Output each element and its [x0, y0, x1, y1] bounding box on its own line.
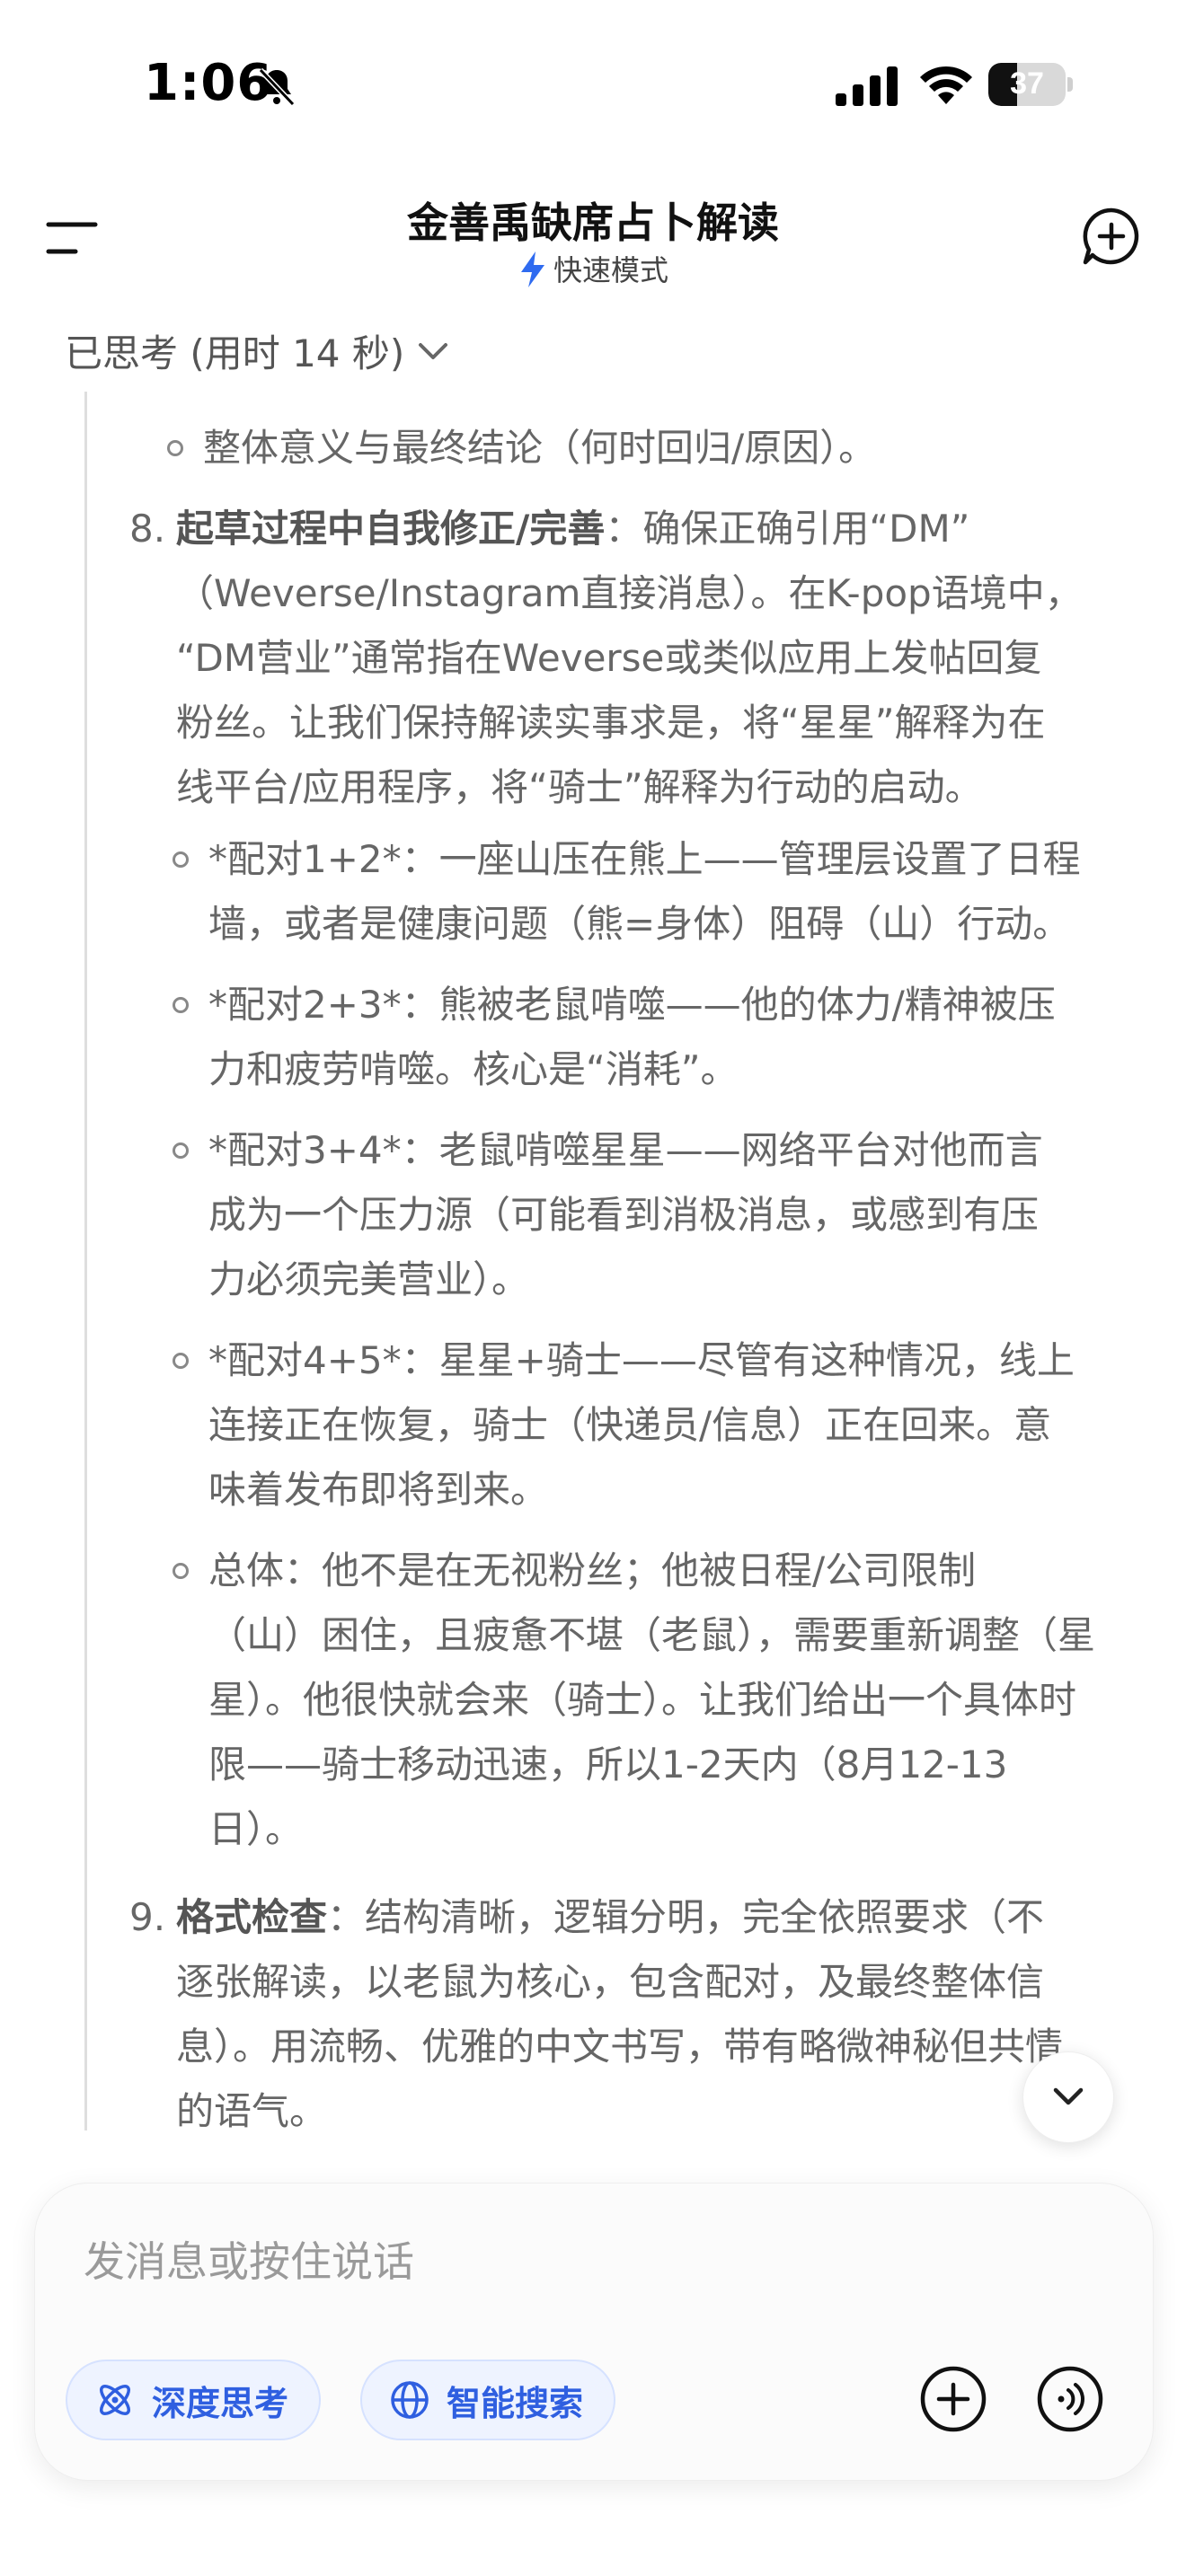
line-text: 成为一个压力源（可能看到消极消息，或感到有压 [208, 1193, 1040, 1237]
chevron-down-icon [419, 343, 448, 359]
bullet-marker [173, 1563, 189, 1579]
smart-search-button[interactable]: 智能搜索 [360, 2360, 616, 2440]
battery-tip [1067, 77, 1073, 92]
line-text: 逐张解读，以老鼠为核心，包含配对，及最终整体信 [176, 1960, 1045, 2004]
bell-muted-icon [258, 67, 296, 107]
line-text: 限——骑士移动迅速，所以1-2天内（8月12-13 [208, 1742, 1008, 1786]
battery-level: 37 [1010, 66, 1044, 101]
line-text: 力和疲劳啃噬。核心是“消耗”。 [208, 1047, 739, 1091]
message-composer: 深度思考 智能搜索 [34, 2183, 1154, 2481]
lightning-bolt-icon [520, 251, 544, 287]
line-text: 力必须完美营业）。 [208, 1257, 530, 1301]
line-text: 日）。 [208, 1807, 304, 1851]
bullet-marker [173, 997, 189, 1013]
battery-indicator: 37 [988, 63, 1075, 106]
voice-input-button[interactable] [1034, 2363, 1106, 2435]
line-text: （山）困住，且疲惫不堪（老鼠），需要重新调整（星 [208, 1613, 1096, 1657]
list-item-number: 8. [129, 507, 166, 551]
battery-body: 37 [988, 63, 1066, 106]
line-text: 总体：他不是在无视粉丝；他被日程/公司限制 [208, 1548, 977, 1592]
line-text: （Weverse/Instagram直接消息）。在K-pop语境中， [176, 571, 1083, 615]
mode-indicator[interactable]: 快速模式 [0, 248, 1186, 289]
thinking-label: 已思考 (用时 14 秒) [65, 331, 405, 375]
line-text: *配对3+4*：老鼠啃噬星星——网络平台对他而言 [208, 1128, 1043, 1172]
thinking-toggle[interactable]: 已思考 (用时 14 秒) [65, 323, 449, 378]
line-text: *配对2+3*：熊被老鼠啃噬——他的体力/精神被压 [208, 983, 1056, 1027]
deep-think-label: 深度思考 [152, 2383, 289, 2423]
add-attachment-button[interactable] [917, 2363, 989, 2435]
bullet-marker [167, 440, 183, 456]
line-text: 墙，或者是健康问题（熊=身体）阻碍（山）行动。 [208, 902, 1071, 946]
bullet-marker [173, 1353, 189, 1369]
line-text: ：结构清晰，逻辑分明，完全依照要求（不 [327, 1895, 1045, 1939]
line-text: ：确保正确引用“DM” [605, 507, 970, 551]
atom-icon [100, 2385, 130, 2415]
new-chat-icon[interactable] [1082, 207, 1141, 266]
list-item-text: 格式检查：结构清晰，逻辑分明，完全依照要求（不 [176, 1899, 1044, 1936]
list-item-number: 9. [129, 1895, 166, 1939]
status-time: 1:06 [144, 54, 273, 112]
smart-search-label: 智能搜索 [447, 2383, 584, 2423]
chat-header: 金善禹缺席占卜解读 快速模式 [0, 171, 1186, 305]
bullet-marker [173, 851, 189, 868]
line-text: 线平台/应用程序，将“骑士”解释为行动的启动。 [176, 765, 983, 809]
scroll-to-bottom-button[interactable] [1022, 2051, 1114, 2143]
line-text: 的语气。 [176, 2089, 328, 2133]
deep-think-button[interactable]: 深度思考 [66, 2360, 322, 2440]
mode-label: 快速模式 [553, 253, 668, 287]
line-text: 息）。用流畅、优雅的中文书写，带有略微神秘但共情 [176, 2025, 1064, 2069]
line-text: 味着发布即将到来。 [208, 1468, 549, 1512]
bold-prefix: 格式检查 [176, 1895, 328, 1939]
globe-icon [391, 2381, 429, 2419]
wifi-icon [920, 66, 972, 104]
bold-prefix: 起草过程中自我修正/完善 [176, 507, 606, 551]
status-bar: 1:06 37 [0, 0, 1186, 171]
message-input[interactable] [82, 2234, 984, 2289]
line-text: *配对1+2*：一座山压在熊上——管理层设置了日程 [208, 837, 1081, 881]
line-text: 粉丝。让我们保持解读实事求是，将“星星”解释为在 [176, 701, 1046, 745]
chevron-down-icon [1053, 2087, 1084, 2105]
thinking-border [84, 392, 87, 2130]
cellular-signal-icon [836, 66, 898, 106]
chat-title[interactable]: 金善禹缺席占卜解读 [0, 190, 1186, 250]
list-item-text: 整体意义与最终结论（何时回归/原因）。 [203, 426, 877, 470]
bullet-marker [173, 1142, 189, 1159]
line-text: “DM营业”通常指在Weverse或类似应用上发帖回复 [176, 636, 1042, 680]
list-item-text: 起草过程中自我修正/完善：确保正确引用“DM” [176, 510, 969, 548]
line-text: 星）。他很快就会来（骑士）。让我们给出一个具体时 [208, 1678, 1077, 1722]
line-text: *配对4+5*：星星+骑士——尽管有这种情况，线上 [208, 1338, 1075, 1382]
line-text: 连接正在恢复，骑士（快递员/信息）正在回来。意 [208, 1403, 1052, 1447]
